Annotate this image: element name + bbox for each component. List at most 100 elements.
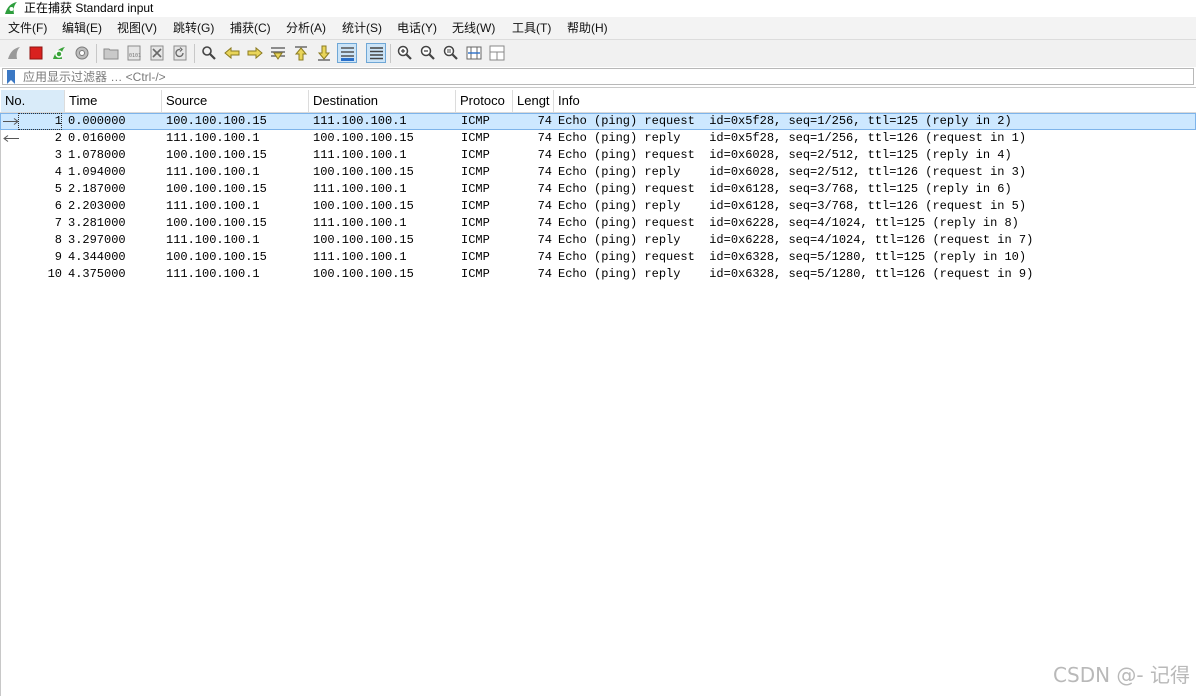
menu-edit[interactable]: 编辑(E) (61, 17, 103, 39)
menu-wireless[interactable]: 无线(W) (451, 17, 496, 39)
column-header-no[interactable]: No. (1, 90, 65, 112)
cell-info: Echo (ping) request id=0x6028, seq=2/512… (558, 148, 1012, 162)
table-row[interactable]: 7 3.281000 100.100.100.15 111.100.100.1 … (0, 215, 1196, 232)
close-file-button[interactable] (147, 43, 167, 63)
menu-help[interactable]: 帮助(H) (566, 17, 609, 39)
cell-source: 100.100.100.15 (166, 114, 267, 128)
cell-info: Echo (ping) reply id=0x6228, seq=4/1024,… (558, 233, 1034, 247)
wireshark-shark-fin-icon (5, 2, 17, 14)
main-toolbar: 0101 (0, 39, 1196, 68)
display-filter-input[interactable] (2, 68, 1194, 85)
column-header-length[interactable]: Lengt (513, 90, 554, 112)
normal-size-icon (443, 45, 458, 60)
cell-no: 9 (54, 250, 62, 264)
menu-bar: 文件(F) 编辑(E) 视图(V) 跳转(G) 捕获(C) 分析(A) 统计(S… (0, 17, 1196, 39)
capture-options-button[interactable] (72, 43, 92, 63)
cell-destination: 100.100.100.15 (313, 199, 414, 213)
menu-telephony[interactable]: 电话(Y) (396, 17, 438, 39)
table-row[interactable]: 3 1.078000 100.100.100.15 111.100.100.1 … (0, 147, 1196, 164)
zoom-in-button[interactable] (395, 43, 415, 63)
go-forward-button[interactable] (245, 43, 265, 63)
cell-protocol: ICMP (461, 114, 490, 128)
cell-source: 111.100.100.1 (166, 131, 260, 145)
cell-no: 6 (54, 199, 62, 213)
menu-capture[interactable]: 捕获(C) (229, 17, 272, 39)
open-file-button[interactable] (101, 43, 121, 63)
cell-source: 100.100.100.15 (166, 148, 267, 162)
restart-capture-icon (53, 47, 65, 59)
start-capture-button[interactable] (4, 43, 24, 63)
save-file-button[interactable]: 0101 (124, 43, 144, 63)
cell-source: 100.100.100.15 (166, 216, 267, 230)
find-packet-button[interactable] (199, 43, 219, 63)
find-packet-icon (202, 46, 216, 60)
open-file-icon (103, 48, 119, 60)
cell-info: Echo (ping) request id=0x6328, seq=5/128… (558, 250, 1027, 264)
display-filter-bar (0, 67, 1196, 88)
restart-capture-button[interactable] (49, 43, 69, 63)
cell-length: 74 (537, 114, 552, 128)
column-header-protocol[interactable]: Protoco (456, 90, 513, 112)
column-header-destination[interactable]: Destination (309, 90, 456, 112)
title-bar: 正在捕获 Standard input (0, 0, 1196, 17)
cell-protocol: ICMP (461, 165, 490, 179)
menu-statistics[interactable]: 统计(S) (341, 17, 383, 39)
go-back-button[interactable] (222, 43, 242, 63)
table-row[interactable]: 1 0.000000 100.100.100.15 111.100.100.1 … (0, 113, 1196, 130)
cell-no: 4 (54, 165, 62, 179)
cell-source: 100.100.100.15 (166, 250, 267, 264)
layout-button[interactable] (487, 43, 507, 63)
toolbar-separator (194, 44, 195, 63)
menu-file[interactable]: 文件(F) (7, 17, 48, 39)
colorize-button[interactable] (366, 43, 386, 63)
column-header-info[interactable]: Info (554, 90, 1196, 112)
cell-length: 74 (537, 165, 552, 179)
packet-list-header: No. Time Source Destination Protoco Leng… (0, 90, 1196, 113)
cell-protocol: ICMP (461, 199, 490, 213)
cell-protocol: ICMP (461, 216, 490, 230)
stop-capture-button[interactable] (26, 43, 46, 63)
table-row[interactable]: 2 0.016000 111.100.100.1 100.100.100.15 … (0, 130, 1196, 147)
column-header-time[interactable]: Time (65, 90, 162, 112)
cell-protocol: ICMP (461, 148, 490, 162)
reload-file-icon (173, 45, 187, 61)
cell-length: 74 (537, 267, 552, 281)
menu-tools[interactable]: 工具(T) (511, 17, 552, 39)
table-row[interactable]: 6 2.203000 111.100.100.1 100.100.100.15 … (0, 198, 1196, 215)
table-row[interactable]: 8 3.297000 111.100.100.1 100.100.100.15 … (0, 232, 1196, 249)
cell-length: 74 (537, 182, 552, 196)
cell-info: Echo (ping) reply id=0x6028, seq=2/512, … (558, 165, 1027, 179)
menu-go[interactable]: 跳转(G) (172, 17, 215, 39)
reload-file-button[interactable] (170, 43, 190, 63)
auto-scroll-icon (341, 47, 354, 61)
table-row[interactable]: 10 4.375000 111.100.100.1 100.100.100.15… (0, 266, 1196, 283)
column-header-source[interactable]: Source (162, 90, 309, 112)
colorize-icon (370, 47, 383, 60)
table-row[interactable]: 9 4.344000 100.100.100.15 111.100.100.1 … (0, 249, 1196, 266)
cell-source: 111.100.100.1 (166, 233, 260, 247)
zoom-out-button[interactable] (418, 43, 438, 63)
auto-scroll-button[interactable] (337, 43, 357, 63)
resize-columns-button[interactable] (464, 43, 484, 63)
bookmark-icon[interactable] (6, 70, 16, 84)
cell-source: 111.100.100.1 (166, 165, 260, 179)
cell-protocol: ICMP (461, 182, 490, 196)
menu-analyze[interactable]: 分析(A) (285, 17, 327, 39)
table-row[interactable]: 5 2.187000 100.100.100.15 111.100.100.1 … (0, 181, 1196, 198)
table-row[interactable]: 4 1.094000 111.100.100.1 100.100.100.15 … (0, 164, 1196, 181)
cell-no: 8 (54, 233, 62, 247)
last-packet-icon (317, 45, 331, 61)
zoom-in-icon (397, 45, 412, 60)
cell-source: 100.100.100.15 (166, 182, 267, 196)
go-to-packet-button[interactable] (268, 43, 288, 63)
menu-view[interactable]: 视图(V) (116, 17, 158, 39)
cell-no: 7 (54, 216, 62, 230)
cell-destination: 100.100.100.15 (313, 165, 414, 179)
first-packet-button[interactable] (291, 43, 311, 63)
cell-length: 74 (537, 216, 552, 230)
cell-info: Echo (ping) request id=0x5f28, seq=1/256… (558, 114, 1012, 128)
cell-destination: 111.100.100.1 (313, 114, 407, 128)
stop-capture-icon (29, 46, 43, 60)
last-packet-button[interactable] (314, 43, 334, 63)
normal-size-button[interactable] (441, 43, 461, 63)
